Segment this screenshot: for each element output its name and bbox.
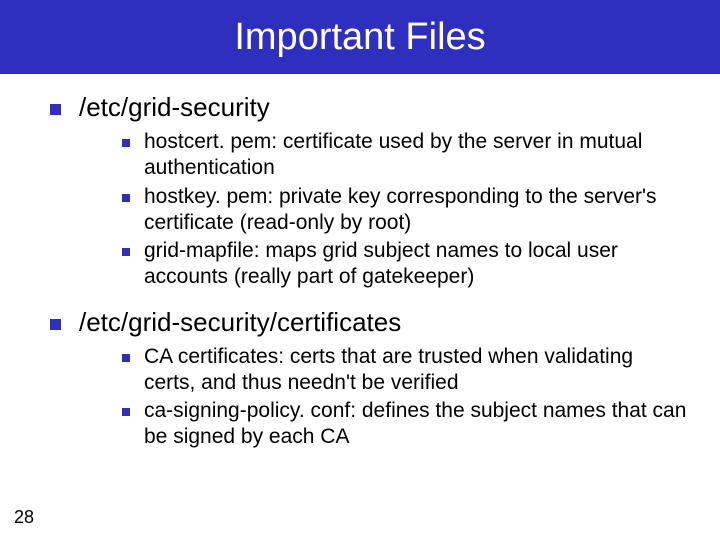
list-item: CA certificates: certs that are trusted … [122,344,690,397]
sub-list: hostcert. pem: certificate used by the s… [122,129,690,291]
list-item: ca-signing-policy. conf: defines the sub… [122,398,690,451]
bullet-icon [122,194,130,202]
section-heading-text: /etc/grid-security/certificates [79,307,401,338]
list-item-text: grid-mapfile: maps grid subject names to… [144,238,690,291]
slide-title-bar: Important Files [0,0,720,74]
sub-list: CA certificates: certs that are trusted … [122,344,690,451]
list-item: hostkey. pem: private key corresponding … [122,184,690,237]
bullet-icon [122,248,130,256]
bullet-icon [122,408,130,416]
bullet-icon [50,104,61,115]
list-item-text: hostcert. pem: certificate used by the s… [144,129,690,182]
list-item-text: ca-signing-policy. conf: defines the sub… [144,398,690,451]
slide-content: /etc/grid-security hostcert. pem: certif… [0,74,720,451]
bullet-icon [122,354,130,362]
page-number: 28 [14,507,34,528]
list-item-text: CA certificates: certs that are trusted … [144,344,690,397]
list-item-text: hostkey. pem: private key corresponding … [144,184,690,237]
list-item: hostcert. pem: certificate used by the s… [122,129,690,182]
slide-title: Important Files [234,16,485,59]
section-heading: /etc/grid-security/certificates [50,307,690,338]
bullet-icon [122,139,130,147]
section-heading-text: /etc/grid-security [79,92,270,123]
list-item: grid-mapfile: maps grid subject names to… [122,238,690,291]
bullet-icon [50,319,61,330]
section-heading: /etc/grid-security [50,92,690,123]
